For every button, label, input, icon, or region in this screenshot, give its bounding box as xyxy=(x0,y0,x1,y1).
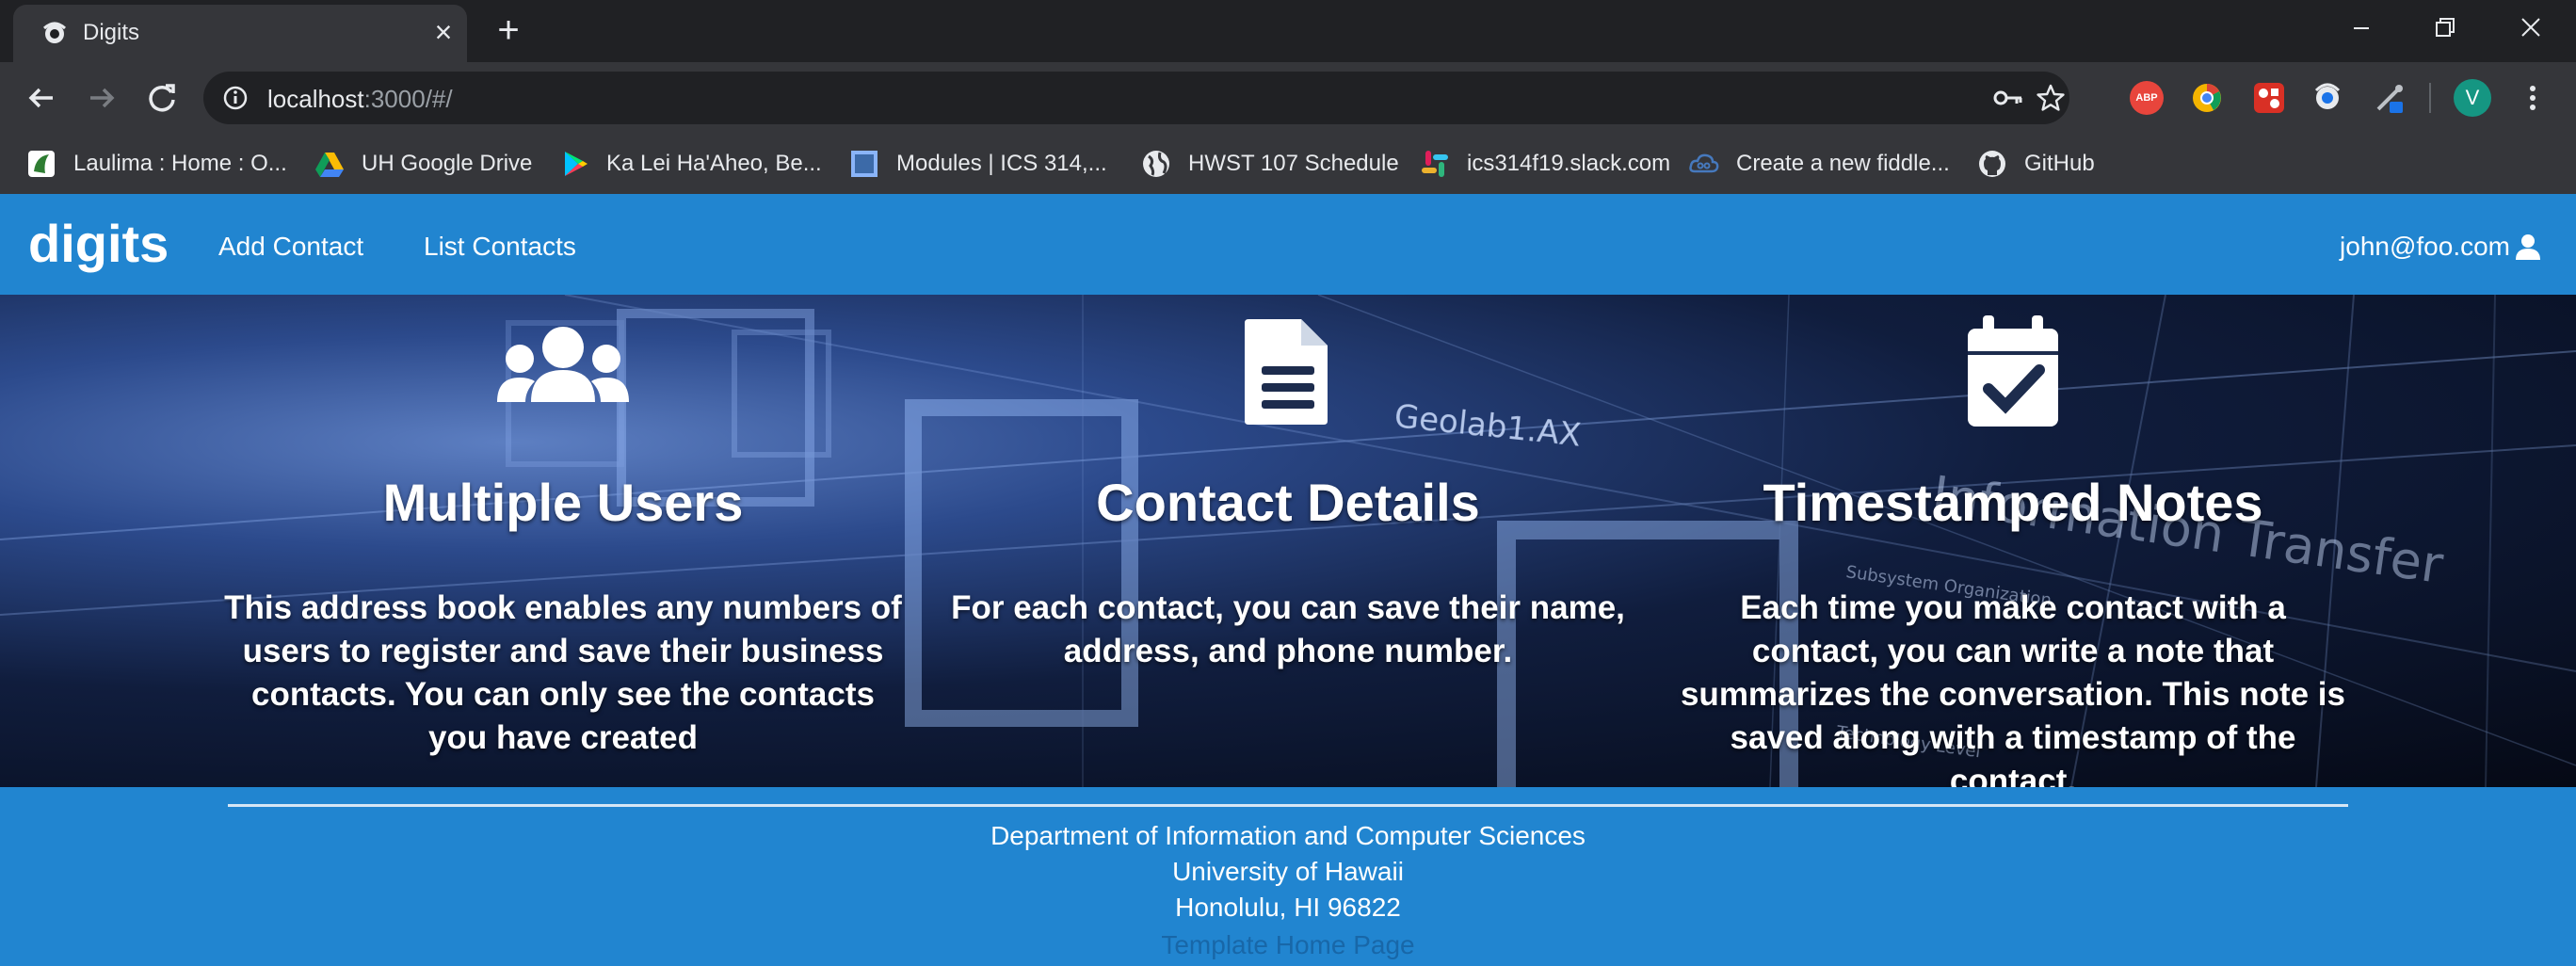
browser-tab-strip: Digits × + xyxy=(0,0,2576,62)
chrome-extension-icon[interactable] xyxy=(2190,81,2224,115)
feature-text: For each contact, you can save their nam… xyxy=(951,589,1625,669)
page-footer: Department of Information and Computer S… xyxy=(0,787,2576,966)
new-tab-icon[interactable]: + xyxy=(491,11,525,49)
url-host: localhost xyxy=(267,85,364,113)
toolbar-separator xyxy=(2429,83,2431,113)
footer-template-link[interactable]: Template Home Page xyxy=(0,930,2576,960)
theme-extension-icon[interactable] xyxy=(2310,81,2344,115)
url-text: localhost:3000/#/ xyxy=(267,85,453,114)
footer-department: Department of Information and Computer S… xyxy=(990,821,1586,850)
footer-divider xyxy=(228,804,2348,807)
bookmark-star-icon[interactable] xyxy=(2036,83,2066,113)
bookmark-hwst-107-schedule[interactable]: HWST 107 Schedule xyxy=(1141,145,1399,183)
globe-icon xyxy=(1143,151,1169,177)
app-navbar: digits Add Contact List Contacts john@fo… xyxy=(0,194,2576,295)
bookmark-label: Modules | ICS 314,... xyxy=(896,151,1107,176)
bookmark-github[interactable]: GitHub xyxy=(1977,145,2095,183)
eyedropper-extension-icon[interactable] xyxy=(2373,81,2407,115)
bookmark-create-new-fiddle[interactable]: Create a new fiddle... xyxy=(1689,145,1950,183)
bookmark-label: Create a new fiddle... xyxy=(1736,151,1950,176)
bookmark-label: Ka Lei Ha'Aheo, Be... xyxy=(606,151,822,176)
jsfiddle-icon xyxy=(1689,153,1719,173)
minimize-icon[interactable] xyxy=(2339,9,2384,47)
forward-icon[interactable] xyxy=(81,77,122,119)
feature-title: Multiple Users xyxy=(382,473,744,532)
tab-close-icon[interactable]: × xyxy=(429,17,458,47)
bookmark-label: HWST 107 Schedule xyxy=(1188,151,1399,176)
restore-icon[interactable] xyxy=(2422,9,2467,47)
slack-icon xyxy=(1422,151,1448,177)
modules-icon xyxy=(851,151,877,177)
bookmark-label: UH Google Drive xyxy=(362,151,533,176)
footer-address: Honolulu, HI 96822 xyxy=(1175,893,1401,922)
feature-title: Contact Details xyxy=(1096,473,1480,532)
menu-kebab-icon[interactable] xyxy=(2521,79,2544,117)
user-email: john@foo.com xyxy=(2340,232,2510,261)
github-icon xyxy=(1979,151,2005,177)
site-info-icon[interactable] xyxy=(222,85,249,111)
bookmarks-bar: Laulima : Home : O... UH Google Drive Ka… xyxy=(0,134,2576,194)
browser-toolbar: localhost:3000/#/ ABP V xyxy=(0,62,2576,134)
users-icon xyxy=(497,327,629,402)
bookmark-label: GitHub xyxy=(2024,151,2095,176)
window-close-icon[interactable] xyxy=(2508,9,2553,47)
bookmark-label: Laulima : Home : O... xyxy=(73,151,287,176)
bookmark-uh-google-drive[interactable]: UH Google Drive xyxy=(314,145,532,183)
user-menu[interactable]: john@foo.com xyxy=(2340,232,2542,262)
bookmark-modules-ics-314[interactable]: Modules | ICS 314,... xyxy=(849,145,1107,183)
nav-add-contact[interactable]: Add Contact xyxy=(218,232,363,262)
file-text-icon xyxy=(1245,319,1328,425)
feature-title: Timestamped Notes xyxy=(1763,473,2263,532)
url-path: :3000/#/ xyxy=(363,85,453,113)
browser-tab[interactable]: Digits × xyxy=(13,5,467,62)
profile-avatar[interactable]: V xyxy=(2454,79,2491,117)
user-icon xyxy=(2516,234,2540,260)
tab-title: Digits xyxy=(83,20,140,45)
bookmark-ics314f19-slack[interactable]: ics314f19.slack.com xyxy=(1420,145,1670,183)
bookmark-ka-lei-haaheo[interactable]: Ka Lei Ha'Aheo, Be... xyxy=(559,145,822,183)
reload-icon[interactable] xyxy=(141,77,183,119)
adblock-plus-icon[interactable]: ABP xyxy=(2130,81,2164,115)
digits-favicon-icon xyxy=(42,22,67,43)
google-drive-icon xyxy=(315,153,344,177)
puzzle-extension-icon[interactable] xyxy=(2252,81,2286,115)
feature-text: Each time you make contact with a contac… xyxy=(1680,589,2346,787)
feature-text: This address book enables any numbers of… xyxy=(224,589,902,756)
feature-contact-details: Contact Details For each contact, you ca… xyxy=(949,295,1627,787)
key-icon[interactable] xyxy=(1992,85,2024,111)
bookmark-laulima[interactable]: Laulima : Home : O... xyxy=(26,145,287,183)
brand-logo[interactable]: digits xyxy=(28,213,169,274)
address-bar[interactable]: localhost:3000/#/ xyxy=(203,72,2069,124)
back-icon[interactable] xyxy=(21,77,62,119)
nav-list-contacts[interactable]: List Contacts xyxy=(424,232,576,262)
hero-section: Geolab1.AX Information Transfer Subsyste… xyxy=(0,295,2576,787)
laulima-icon xyxy=(28,151,55,177)
google-play-icon xyxy=(565,152,588,176)
calendar-check-icon xyxy=(1968,315,2058,427)
bookmark-label: ics314f19.slack.com xyxy=(1467,151,1671,176)
feature-timestamped-notes: Timestamped Notes Each time you make con… xyxy=(1674,295,2352,787)
feature-multiple-users: Multiple Users This address book enables… xyxy=(224,295,902,787)
footer-university: University of Hawaii xyxy=(1172,857,1404,886)
